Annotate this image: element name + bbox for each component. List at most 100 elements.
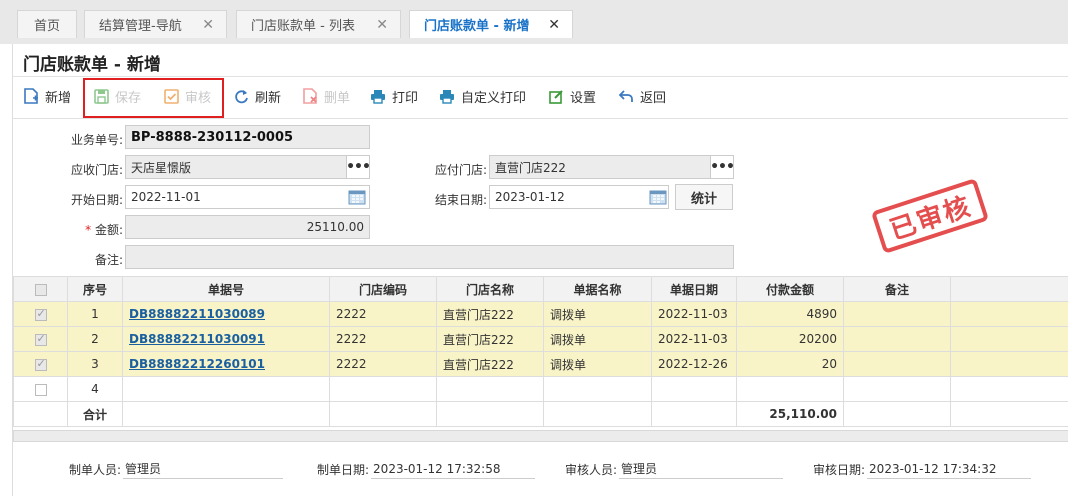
footer-make-date: 制单日期: 2023-01-12 17:32:58 [317, 459, 536, 479]
page-title: 门店账款单 - 新增 [23, 55, 161, 75]
delete-doc-icon [302, 88, 318, 104]
col-header: 门店名称 [436, 276, 544, 302]
cell-amount: 4890 [736, 301, 844, 327]
make-date-value: 2023-01-12 17:32:58 [371, 459, 536, 479]
cell-date: 2022-11-03 [651, 301, 737, 327]
close-icon[interactable]: ✕ [202, 17, 214, 33]
cell-doc[interactable] [122, 376, 330, 402]
pay-store-field[interactable]: 直营门店222 [489, 155, 711, 179]
back-label: 返回 [640, 90, 667, 106]
recv-store-field[interactable]: 天店星憬版 [125, 155, 347, 179]
cell-empty [950, 376, 1068, 402]
cell-doc: DB88882212260101 [122, 351, 330, 377]
settings-label: 设置 [570, 90, 597, 106]
tab-home[interactable]: 首页 [17, 10, 77, 38]
checkbox[interactable] [34, 383, 47, 396]
doc-no-label: 业务单号: [70, 133, 123, 147]
maker-label: 制单人员: [69, 462, 122, 477]
cell-date: 2022-12-26 [651, 351, 737, 377]
doc-link[interactable]: DB88882211030091 [129, 332, 265, 346]
cell-date: 2022-11-03 [651, 326, 737, 352]
tab-settlement-nav[interactable]: 结算管理-导航 ✕ [84, 10, 227, 38]
cell-code [329, 376, 437, 402]
cell-remark[interactable] [843, 301, 951, 327]
table-row[interactable]: 1 DB88882211030089 2222 直营门店222 调拨单 2022… [13, 301, 1068, 327]
horizontal-scrollbar[interactable] [13, 430, 1068, 442]
cell-name [436, 376, 544, 402]
select-all-checkbox[interactable] [13, 276, 68, 302]
checkbox[interactable] [34, 332, 47, 346]
detail-table: 序号 单据号 门店编码 门店名称 单据名称 单据日期 付款金额 备注 1 DB8… [13, 276, 1068, 427]
cell-remark[interactable] [843, 326, 951, 352]
checkbox[interactable] [34, 307, 47, 321]
audit-date-label: 审核日期: [813, 462, 866, 477]
cell-remark[interactable] [843, 376, 951, 402]
col-header: 门店编码 [329, 276, 437, 302]
divider [13, 76, 1068, 77]
audited-stamp: 已审核 [870, 178, 990, 254]
calendar-icon[interactable] [346, 185, 368, 209]
cell-code: 2222 [329, 351, 437, 377]
row-checkbox-cell[interactable] [13, 301, 68, 327]
tab-label: 结算管理-导航 [99, 19, 182, 34]
settings-button[interactable]: 设置 [548, 84, 596, 108]
tab-store-bill-list[interactable]: 门店账款单 - 列表 ✕ [236, 10, 401, 38]
new-doc-icon [23, 88, 39, 104]
cell-no: 2 [67, 326, 123, 352]
cell-type [543, 376, 652, 402]
tab-label: 门店账款单 - 新增 [424, 19, 530, 34]
cell-no: 3 [67, 351, 123, 377]
row-checkbox-cell[interactable] [13, 376, 68, 402]
cell-remark[interactable] [843, 351, 951, 377]
new-button[interactable]: 新增 [23, 84, 71, 108]
cell-empty [436, 401, 544, 427]
return-arrow-icon [618, 88, 634, 104]
col-header: 备注 [843, 276, 951, 302]
statistics-button[interactable]: 统计 [675, 184, 733, 210]
more-icon[interactable]: ••• [346, 155, 371, 179]
cell-amount: 20 [736, 351, 844, 377]
table-row[interactable]: 2 DB88882211030091 2222 直营门店222 调拨单 2022… [13, 326, 1068, 352]
col-header: 单据名称 [543, 276, 652, 302]
table-header: 序号 单据号 门店编码 门店名称 单据名称 单据日期 付款金额 备注 [13, 276, 1068, 302]
cell-empty [329, 401, 437, 427]
checkbox[interactable] [34, 283, 47, 296]
back-button[interactable]: 返回 [618, 84, 666, 108]
col-header-empty [950, 276, 1068, 302]
doc-link[interactable]: DB88882211030089 [129, 307, 265, 321]
more-icon[interactable]: ••• [710, 155, 735, 179]
delete-button[interactable]: 删单 [302, 84, 350, 108]
tab-store-bill-new[interactable]: 门店账款单 - 新增 ✕ [409, 10, 573, 38]
delete-label: 删单 [324, 90, 351, 106]
print-button[interactable]: 打印 [370, 84, 418, 108]
audit-date-value: 2023-01-12 17:34:32 [867, 459, 1032, 479]
cell-empty [843, 401, 951, 427]
end-date-field[interactable]: 2023-01-12 [489, 185, 669, 209]
refresh-button[interactable]: 刷新 [233, 84, 281, 108]
calendar-icon[interactable] [647, 185, 669, 209]
doc-no-field[interactable]: BP-8888-230112-0005 [125, 125, 370, 149]
footer-audit-date: 审核日期: 2023-01-12 17:34:32 [813, 459, 1032, 479]
table-row[interactable]: 3 DB88882212260101 2222 直营门店222 调拨单 2022… [13, 351, 1068, 377]
recv-store-label: 应收门店: [70, 163, 123, 177]
table-row[interactable]: 4 [13, 376, 1068, 402]
row-checkbox-cell[interactable] [13, 351, 68, 377]
col-header: 单据号 [122, 276, 330, 302]
custom-print-button[interactable]: 自定义打印 [439, 84, 526, 108]
col-header: 付款金额 [736, 276, 844, 302]
row-checkbox-cell[interactable] [13, 326, 68, 352]
page-content: 门店账款单 - 新增 新增 保存 审核 刷新 删单 打印 自定义打印 设置 返回… [12, 44, 1068, 496]
close-icon[interactable]: ✕ [376, 17, 388, 33]
cell-empty [13, 401, 68, 427]
cell-code: 2222 [329, 326, 437, 352]
amount-field[interactable]: 25110.00 [125, 215, 370, 239]
cell-no: 4 [67, 376, 123, 402]
amount-label: * 金额: [43, 221, 123, 238]
start-date-field[interactable]: 2022-11-01 [125, 185, 370, 209]
remark-field[interactable] [125, 245, 734, 269]
close-icon[interactable]: ✕ [548, 17, 560, 33]
amount-label-text: 金额: [94, 223, 123, 237]
doc-link[interactable]: DB88882212260101 [129, 357, 265, 371]
cell-empty [950, 326, 1068, 352]
checkbox[interactable] [34, 357, 47, 371]
